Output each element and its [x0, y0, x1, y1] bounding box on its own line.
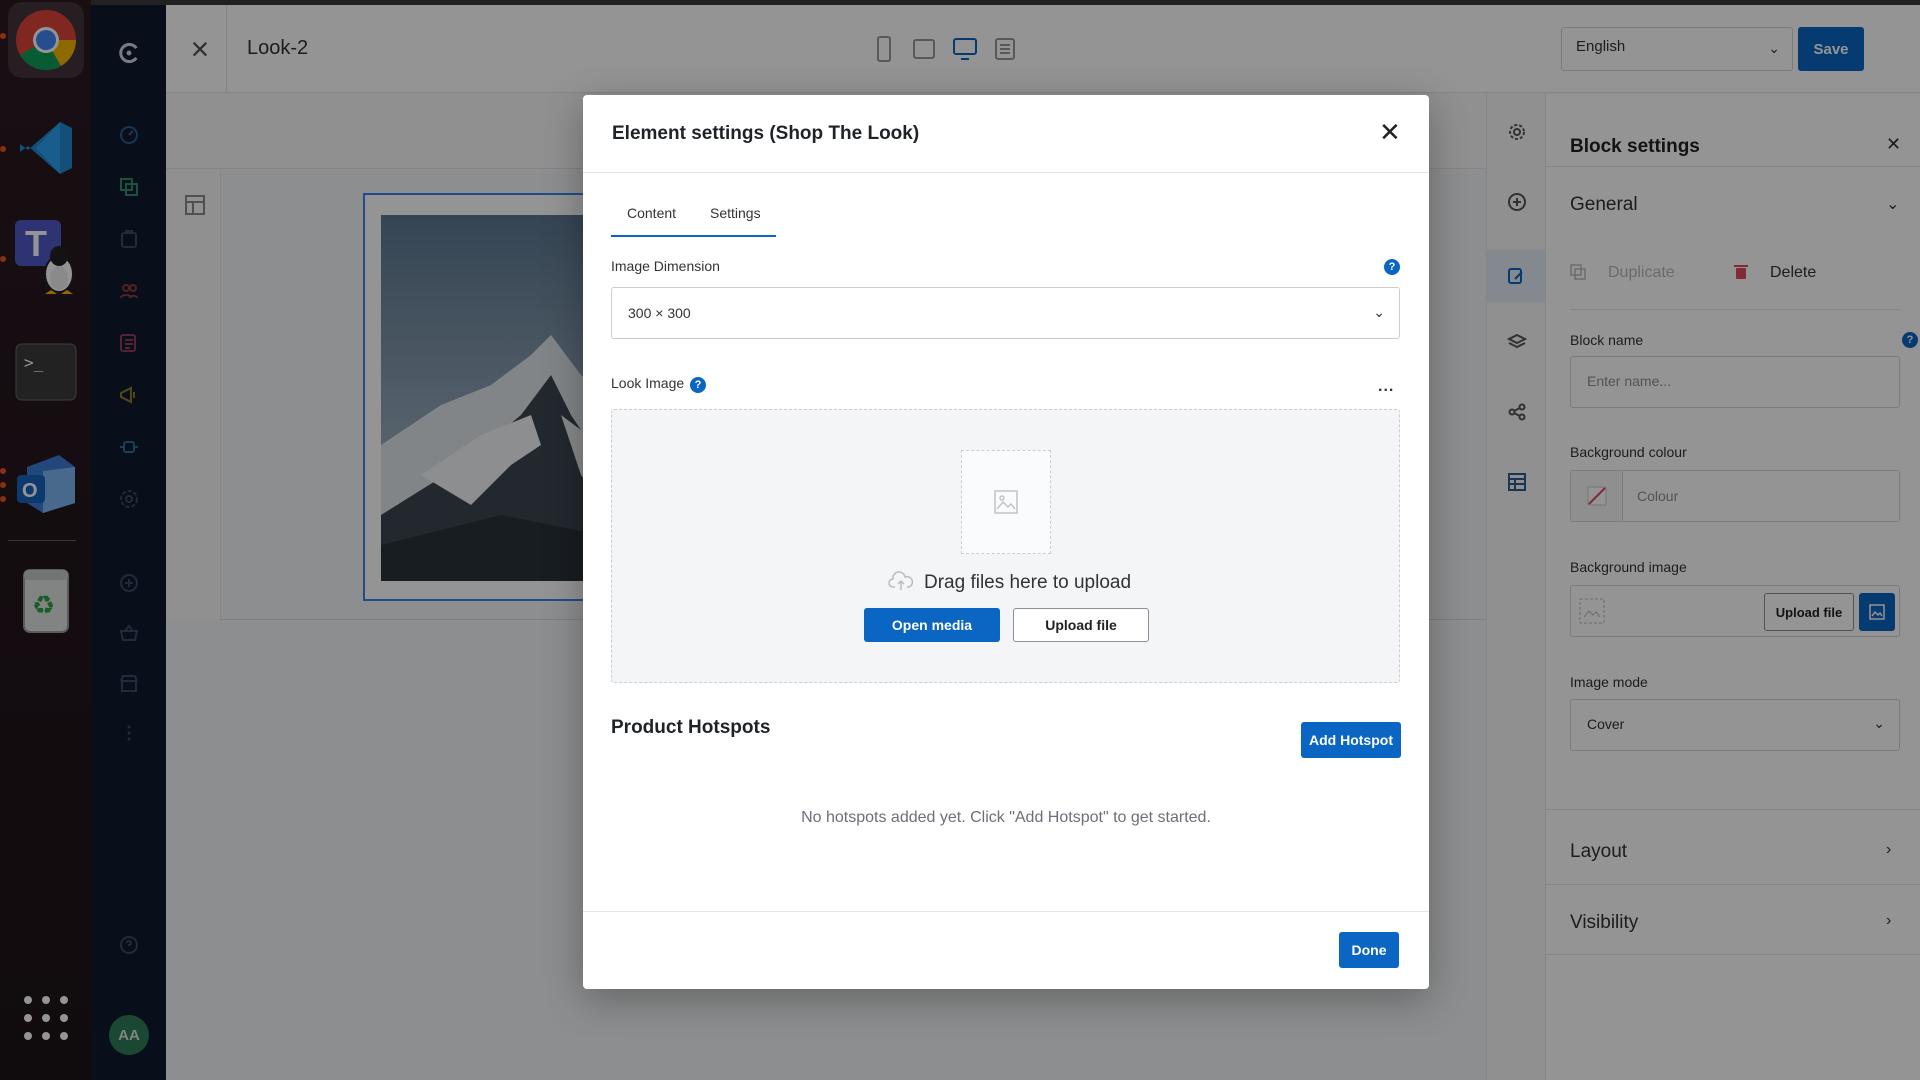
done-button[interactable]: Done — [1339, 932, 1399, 968]
upload-file-button[interactable]: Upload file — [1013, 608, 1149, 642]
image-placeholder-icon — [961, 450, 1051, 554]
image-dimension-label: Image Dimension — [611, 258, 720, 274]
empty-hotspots-message: No hotspots added yet. Click "Add Hotspo… — [801, 809, 1211, 826]
modal-tabs: Content Settings — [611, 205, 776, 237]
info-icon[interactable]: ? — [690, 377, 706, 393]
image-dimension-select[interactable]: 300 × 300 ⌄ — [611, 287, 1400, 339]
product-hotspots-title: Product Hotspots — [611, 717, 771, 738]
modal-footer-divider — [583, 911, 1429, 912]
open-media-button[interactable]: Open media — [864, 608, 1000, 642]
image-dimension-value: 300 × 300 — [628, 305, 691, 321]
element-settings-modal: Element settings (Shop The Look) ✕ Conte… — [583, 95, 1429, 989]
modal-title: Element settings (Shop The Look) — [612, 123, 920, 144]
more-options-icon[interactable]: ... — [1378, 378, 1394, 396]
upload-cloud-icon — [888, 570, 914, 597]
tab-settings[interactable]: Settings — [710, 205, 761, 221]
modal-header: Element settings (Shop The Look) ✕ — [583, 95, 1429, 173]
drop-text: Drag files here to upload — [924, 572, 1132, 593]
file-dropzone[interactable]: Drag files here to upload Open media Upl… — [611, 409, 1400, 683]
info-icon[interactable]: ? — [1384, 259, 1400, 275]
add-hotspot-button[interactable]: Add Hotspot — [1301, 722, 1401, 758]
close-modal-icon[interactable]: ✕ — [1379, 117, 1401, 148]
chevron-down-icon: ⌄ — [1373, 304, 1385, 320]
look-image-label: Look Image — [611, 375, 685, 391]
tab-content[interactable]: Content — [627, 205, 676, 221]
